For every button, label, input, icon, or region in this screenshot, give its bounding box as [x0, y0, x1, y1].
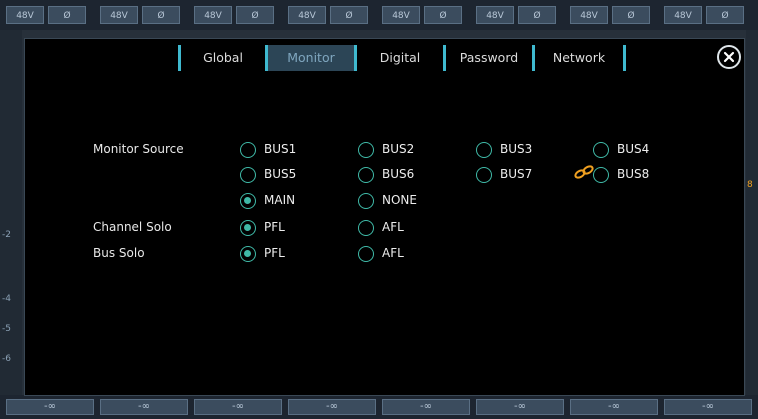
- channel-7-top: 48V Ø: [568, 6, 654, 24]
- close-icon: [723, 51, 735, 63]
- option-label: BUS1: [264, 142, 297, 156]
- radio-button[interactable]: [476, 142, 492, 158]
- level-readout: -∞: [194, 399, 282, 415]
- phase-invert-button[interactable]: Ø: [142, 6, 180, 24]
- option-label: MAIN: [264, 193, 296, 207]
- level-readout: -∞: [664, 399, 752, 415]
- channel-4-top: 48V Ø: [286, 6, 372, 24]
- meter-scale-rail: -2 -4 -5 -6: [0, 30, 22, 395]
- radio-button[interactable]: [240, 142, 256, 158]
- channel-top-strip: 48V Ø 48V Ø 48V Ø 48V Ø 48V Ø 48V Ø 48V …: [0, 0, 758, 30]
- phase-invert-button[interactable]: Ø: [330, 6, 368, 24]
- level-readout: -∞: [288, 399, 376, 415]
- phase-invert-button[interactable]: Ø: [518, 6, 556, 24]
- scale-mark: -6: [2, 354, 11, 364]
- phantom-48v-button[interactable]: 48V: [570, 6, 608, 24]
- channel-2-top: 48V Ø: [98, 6, 184, 24]
- option-label: AFL: [382, 220, 404, 234]
- phantom-48v-button[interactable]: 48V: [476, 6, 514, 24]
- tab-separator: [623, 45, 626, 71]
- option-label: NONE: [382, 193, 417, 207]
- phase-invert-button[interactable]: Ø: [706, 6, 744, 24]
- bus-solo-label: Bus Solo: [93, 246, 145, 260]
- bus-link-icon[interactable]: [574, 165, 594, 179]
- radio-button[interactable]: [240, 246, 256, 262]
- channel-solo-label: Channel Solo: [93, 220, 172, 234]
- radio-button[interactable]: [358, 142, 374, 158]
- option-label: BUS3: [500, 142, 533, 156]
- level-readout: -∞: [6, 399, 94, 415]
- option-label: PFL: [264, 246, 285, 260]
- phantom-48v-button[interactable]: 48V: [382, 6, 420, 24]
- option-label: PFL: [264, 220, 285, 234]
- option-label: BUS7: [500, 167, 533, 181]
- radio-button[interactable]: [358, 246, 374, 262]
- channel-8-top: 48V Ø: [662, 6, 748, 24]
- level-readout: -∞: [476, 399, 564, 415]
- radio-button[interactable]: [358, 167, 374, 183]
- tab-network[interactable]: Network: [535, 45, 623, 71]
- option-label: BUS8: [617, 167, 650, 181]
- settings-dialog: Global Monitor Digital Password Network …: [24, 38, 745, 396]
- phase-invert-button[interactable]: Ø: [48, 6, 86, 24]
- tab-digital[interactable]: Digital: [357, 45, 443, 71]
- monitor-source-label: Monitor Source: [93, 142, 184, 156]
- option-label: BUS5: [264, 167, 297, 181]
- tab-bar: Global Monitor Digital Password Network: [25, 45, 744, 71]
- radio-button[interactable]: [358, 193, 374, 209]
- radio-button[interactable]: [358, 220, 374, 236]
- level-readout: -∞: [382, 399, 470, 415]
- radio-button[interactable]: [476, 167, 492, 183]
- phase-invert-button[interactable]: Ø: [612, 6, 650, 24]
- channel-bottom-strip: -∞ -∞ -∞ -∞ -∞ -∞ -∞ -∞: [0, 395, 758, 419]
- tab-global[interactable]: Global: [181, 45, 265, 71]
- radio-button[interactable]: [240, 167, 256, 183]
- phase-invert-button[interactable]: Ø: [424, 6, 462, 24]
- option-label: BUS2: [382, 142, 415, 156]
- close-button[interactable]: [717, 45, 741, 69]
- scale-mark: -4: [2, 294, 11, 304]
- phantom-48v-button[interactable]: 48V: [194, 6, 232, 24]
- channel-badge: 8: [747, 180, 753, 190]
- phantom-48v-button[interactable]: 48V: [664, 6, 702, 24]
- radio-button[interactable]: [593, 167, 609, 183]
- scale-mark: -2: [2, 230, 11, 240]
- channel-6-top: 48V Ø: [474, 6, 560, 24]
- phantom-48v-button[interactable]: 48V: [100, 6, 138, 24]
- phantom-48v-button[interactable]: 48V: [6, 6, 44, 24]
- option-label: AFL: [382, 246, 404, 260]
- option-label: BUS4: [617, 142, 650, 156]
- option-label: BUS6: [382, 167, 415, 181]
- right-rail: 8: [746, 30, 758, 395]
- level-readout: -∞: [570, 399, 658, 415]
- radio-button[interactable]: [240, 193, 256, 209]
- phase-invert-button[interactable]: Ø: [236, 6, 274, 24]
- channel-1-top: 48V Ø: [4, 6, 90, 24]
- radio-button[interactable]: [240, 220, 256, 236]
- level-readout: -∞: [100, 399, 188, 415]
- channel-5-top: 48V Ø: [380, 6, 466, 24]
- radio-button[interactable]: [593, 142, 609, 158]
- channel-3-top: 48V Ø: [192, 6, 278, 24]
- scale-mark: -5: [2, 324, 11, 334]
- tab-monitor[interactable]: Monitor: [268, 45, 354, 71]
- tab-password[interactable]: Password: [446, 45, 532, 71]
- phantom-48v-button[interactable]: 48V: [288, 6, 326, 24]
